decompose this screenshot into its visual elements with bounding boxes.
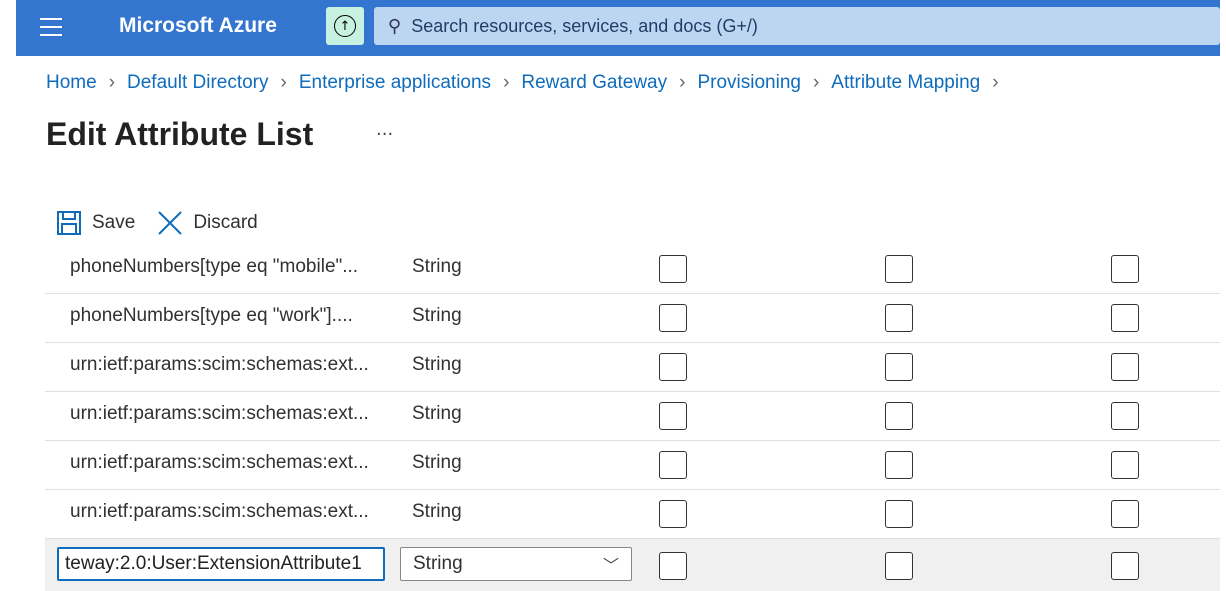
chevron-right-icon: › <box>679 72 686 93</box>
checkbox-multi-value[interactable] <box>1111 500 1139 528</box>
breadcrumb-home[interactable]: Home <box>46 72 97 94</box>
save-label: Save <box>92 212 136 233</box>
checkbox-primary-key[interactable] <box>659 255 687 283</box>
breadcrumb-directory[interactable]: Default Directory <box>127 72 269 94</box>
attribute-name-input[interactable]: teway:2.0:User:ExtensionAttribute1 <box>57 547 385 581</box>
table-row: phoneNumbers[type eq "work"].... String <box>45 294 1220 343</box>
chevron-right-icon: › <box>108 72 116 93</box>
attribute-name: phoneNumbers[type eq "work"].... <box>70 305 353 326</box>
chevron-right-icon: › <box>812 72 820 93</box>
breadcrumb: Home › Default Directory › Enterprise appl… <box>46 72 1011 94</box>
attribute-type: String <box>412 354 462 375</box>
breadcrumb-enterprise-apps[interactable]: Enterprise applications <box>299 72 491 94</box>
checkbox-required[interactable] <box>885 353 913 381</box>
checkbox-required[interactable] <box>885 451 913 479</box>
checkbox-multi-value[interactable] <box>1111 402 1139 430</box>
attribute-name: phoneNumbers[type eq "mobile"... <box>70 256 359 277</box>
checkbox-primary-key[interactable] <box>659 304 687 332</box>
table-row: urn:ietf:params:scim:schemas:ext... Strin… <box>45 343 1220 392</box>
discard-button[interactable]: Discard <box>157 210 258 236</box>
checkbox-multi-value[interactable] <box>1111 255 1139 283</box>
upgrade-button[interactable]: ↑ <box>326 7 364 45</box>
attribute-type: String <box>412 256 462 277</box>
page-title: Edit Attribute List <box>46 116 314 152</box>
attribute-type-select[interactable]: String ﹀ <box>400 547 632 581</box>
search-icon: ⚲ <box>388 15 402 37</box>
checkbox-required[interactable] <box>885 304 913 332</box>
checkbox-multi-value[interactable] <box>1111 353 1139 381</box>
app-title[interactable]: Microsoft Azure <box>119 14 277 38</box>
attribute-name-input-value: teway:2.0:User:ExtensionAttribute1 <box>65 553 362 574</box>
breadcrumb-attribute-mapping[interactable]: Attribute Mapping <box>831 72 980 94</box>
attribute-name: urn:ietf:params:scim:schemas:ext... <box>70 403 369 424</box>
discard-label: Discard <box>193 212 258 233</box>
attribute-name: urn:ietf:params:scim:schemas:ext... <box>70 501 369 522</box>
attribute-type: String <box>412 501 462 522</box>
checkbox-required[interactable] <box>885 552 913 580</box>
checkbox-multi-value[interactable] <box>1111 304 1139 332</box>
attribute-name: urn:ietf:params:scim:schemas:ext... <box>70 452 369 473</box>
close-icon <box>158 211 183 235</box>
toolbar: Save Discard <box>56 210 280 236</box>
more-options-button[interactable]: ··· <box>376 124 393 145</box>
search-placeholder: Search resources, services, and docs (G+… <box>411 15 758 36</box>
checkbox-primary-key[interactable] <box>659 552 687 580</box>
breadcrumb-provisioning[interactable]: Provisioning <box>697 72 801 94</box>
checkbox-primary-key[interactable] <box>659 451 687 479</box>
checkbox-primary-key[interactable] <box>659 500 687 528</box>
checkbox-required[interactable] <box>885 402 913 430</box>
attribute-list: phoneNumbers[type eq "mobile"... String ph… <box>45 245 1220 591</box>
chevron-right-icon: › <box>992 72 999 93</box>
arrow-up-icon: ↑ <box>334 15 356 37</box>
attribute-name: urn:ietf:params:scim:schemas:ext... <box>70 354 369 375</box>
chevron-right-icon: › <box>280 72 287 93</box>
save-button[interactable]: Save <box>56 210 135 236</box>
search-input[interactable]: ⚲ Search resources, services, and docs (… <box>374 7 1220 45</box>
menu-icon[interactable] <box>40 18 62 36</box>
table-row: urn:ietf:params:scim:schemas:ext... Strin… <box>45 441 1220 490</box>
chevron-down-icon: ﹀ <box>602 558 619 575</box>
table-row: phoneNumbers[type eq "mobile"... String <box>45 245 1220 294</box>
chevron-right-icon: › <box>503 72 510 93</box>
top-bar: Microsoft Azure ↑ ⚲ Search resources, se… <box>16 0 1220 56</box>
checkbox-required[interactable] <box>885 255 913 283</box>
table-row: urn:ietf:params:scim:schemas:ext... Strin… <box>45 392 1220 441</box>
new-attribute-row: teway:2.0:User:ExtensionAttribute1 Strin… <box>45 539 1220 591</box>
attribute-type: String <box>412 305 462 326</box>
checkbox-multi-value[interactable] <box>1111 451 1139 479</box>
checkbox-multi-value[interactable] <box>1111 552 1139 580</box>
attribute-type: String <box>412 452 462 473</box>
type-select-value: String <box>413 553 463 574</box>
checkbox-primary-key[interactable] <box>659 353 687 381</box>
checkbox-primary-key[interactable] <box>659 402 687 430</box>
table-row: urn:ietf:params:scim:schemas:ext... Strin… <box>45 490 1220 539</box>
breadcrumb-app[interactable]: Reward Gateway <box>521 72 667 94</box>
save-icon <box>57 211 81 235</box>
checkbox-required[interactable] <box>885 500 913 528</box>
attribute-type: String <box>412 403 462 424</box>
